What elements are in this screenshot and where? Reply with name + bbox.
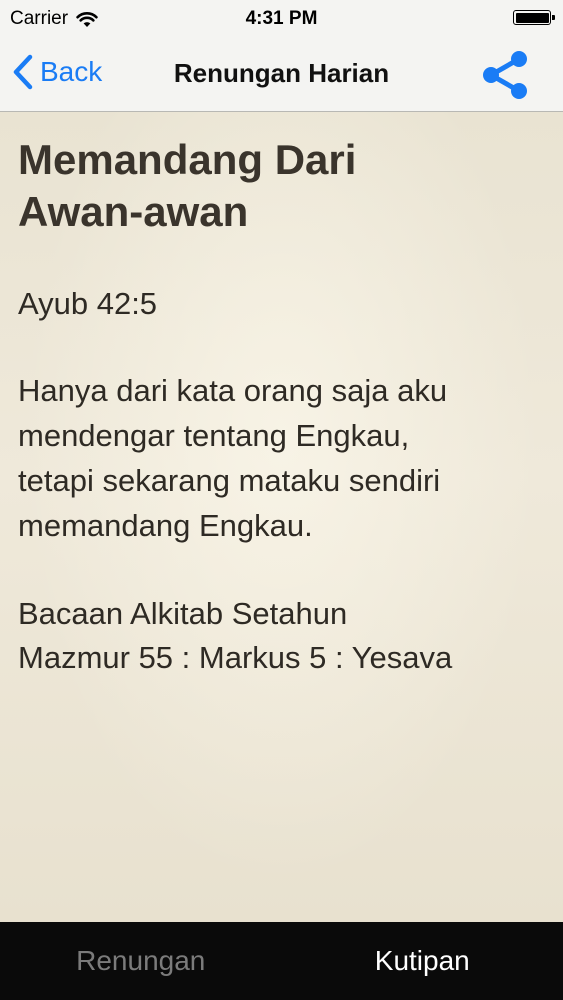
article-title-line: Awan-awan xyxy=(18,188,249,235)
share-button[interactable] xyxy=(477,46,535,104)
bible-reading-plan: Bacaan Alkitab Setahun Mazmur 55 : Marku… xyxy=(18,592,545,680)
status-bar: Carrier 4:31 PM xyxy=(0,0,563,38)
reading-plan-title: Bacaan Alkitab Setahun xyxy=(18,596,348,631)
tab-kutipan[interactable]: Kutipan xyxy=(282,922,563,1000)
share-icon xyxy=(477,46,535,104)
tab-label: Renungan xyxy=(76,945,206,976)
verse-line: memandang Engkau. xyxy=(18,508,313,543)
tab-label: Kutipan xyxy=(374,945,470,976)
article-title: Memandang Dari Awan-awan xyxy=(18,134,545,238)
verse-line: Hanya dari kata orang saja aku xyxy=(18,373,448,408)
verse-line: tetapi sekarang mataku sendiri xyxy=(18,463,441,498)
reading-plan-refs: Mazmur 55 : Markus 5 : Yesava xyxy=(18,640,453,675)
article-title-line: Memandang Dari xyxy=(18,136,357,183)
devotional-content: Memandang Dari Awan-awan Ayub 42:5 Hanya… xyxy=(0,112,563,922)
back-button[interactable]: Back xyxy=(12,54,102,90)
navigation-bar: Back Renungan Harian xyxy=(0,38,563,112)
verse-text: Hanya dari kata orang saja aku mendengar… xyxy=(18,368,545,548)
verse-line: mendengar tentang Engkau, xyxy=(18,418,410,453)
back-button-label: Back xyxy=(40,56,103,87)
tab-renungan[interactable]: Renungan xyxy=(0,922,282,1000)
tab-bar: Renungan Kutipan xyxy=(0,922,563,1000)
battery-level xyxy=(515,12,549,23)
verse-reference: Ayub 42:5 xyxy=(18,286,158,321)
chevron-left-icon xyxy=(12,54,34,90)
status-time: 4:31 PM xyxy=(245,8,318,29)
battery-icon xyxy=(513,10,555,25)
